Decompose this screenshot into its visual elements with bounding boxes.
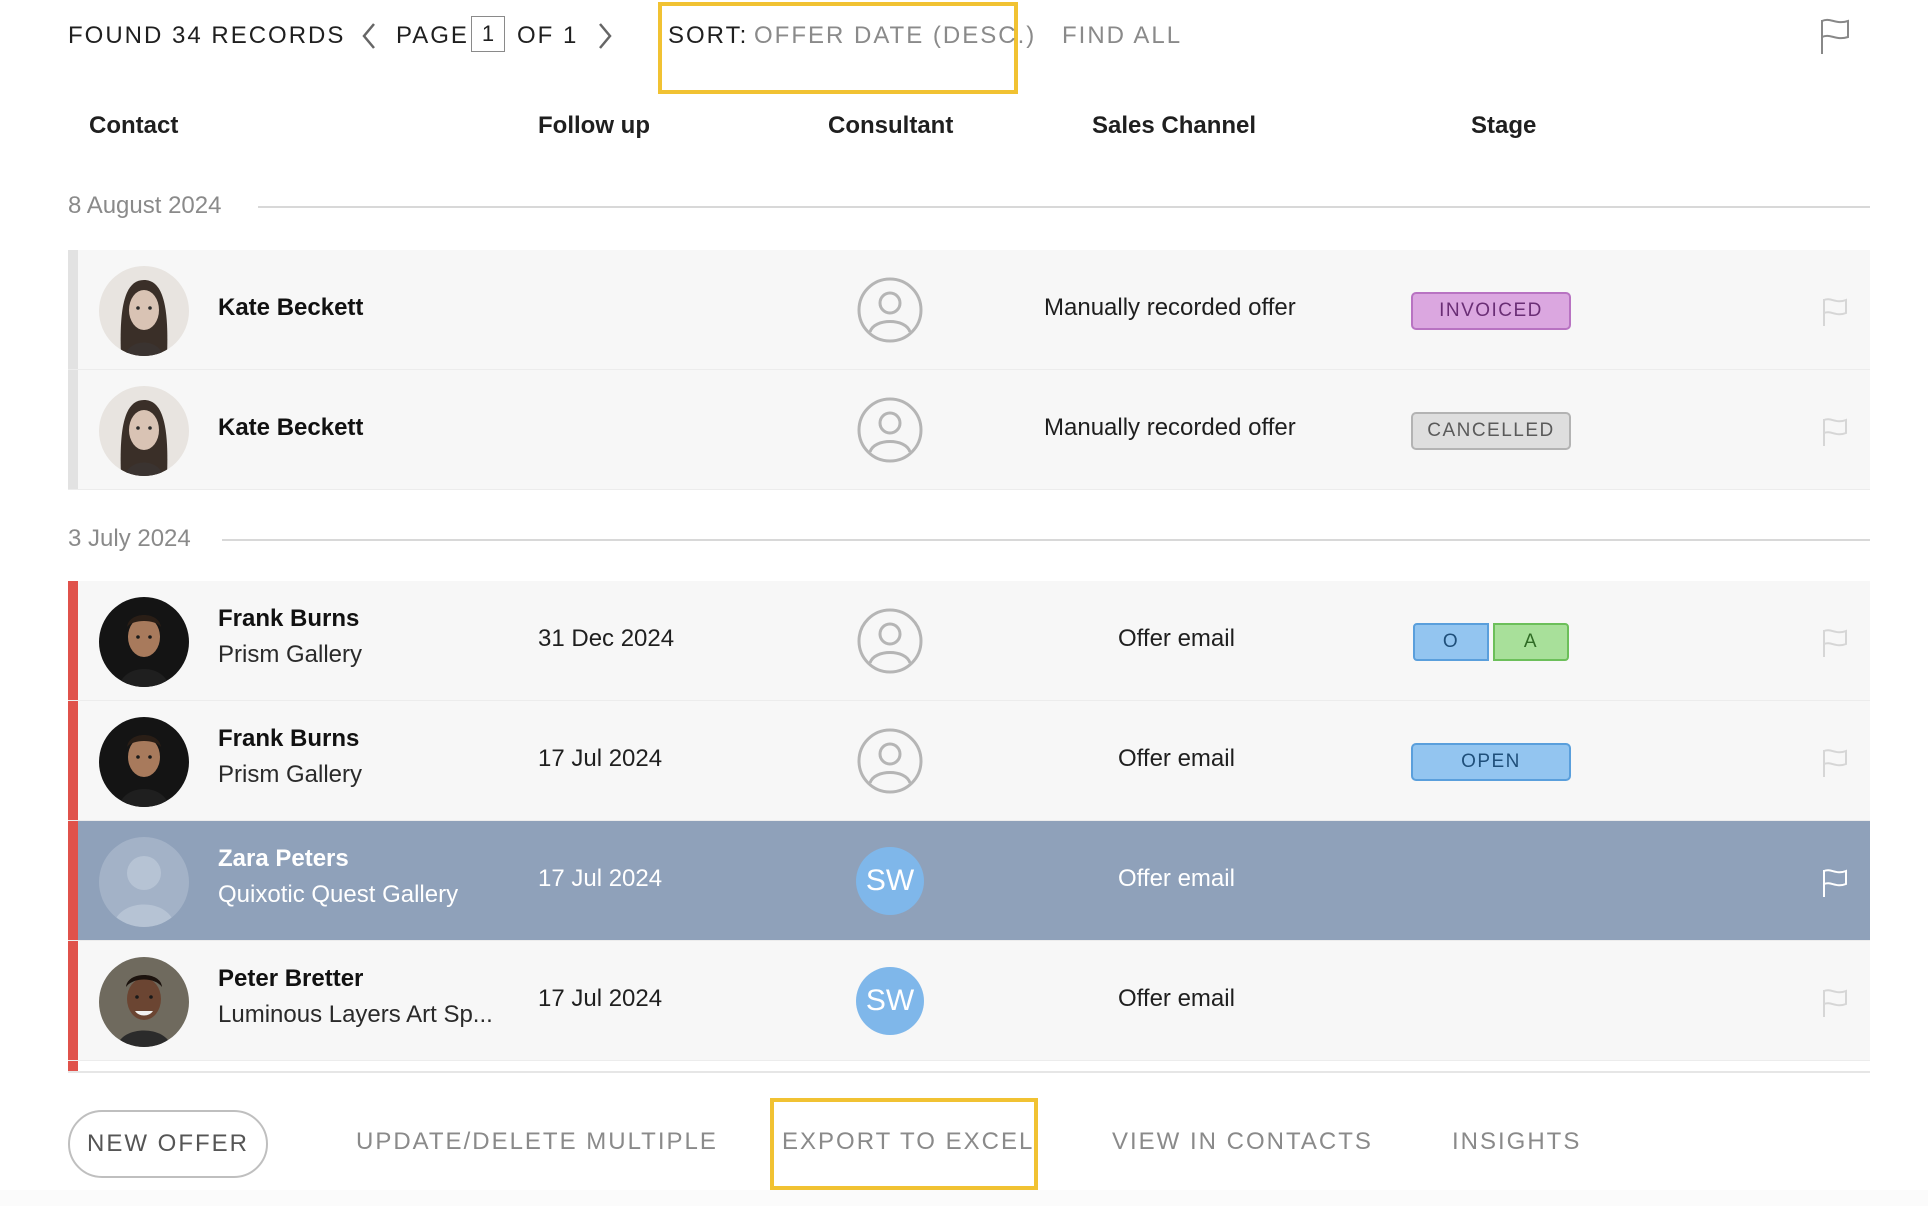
row-flag-button[interactable] bbox=[1820, 867, 1850, 899]
table-row[interactable]: Frank Burns Prism Gallery 31 Dec 2024 Of… bbox=[68, 581, 1870, 701]
avatar bbox=[99, 597, 189, 687]
table-row[interactable]: Peter Bretter Luminous Layers Art Sp... … bbox=[68, 941, 1870, 1061]
contact-company[interactable]: Quixotic Quest Gallery bbox=[218, 881, 458, 909]
contact-company[interactable]: Luminous Layers Art Sp... bbox=[218, 1001, 493, 1029]
row-flag-button[interactable] bbox=[1820, 296, 1850, 328]
stage-badge-open: O bbox=[1413, 623, 1489, 661]
row-flag-button[interactable] bbox=[1820, 747, 1850, 779]
group-date: 8 August 2024 bbox=[68, 192, 222, 219]
prev-page-button[interactable] bbox=[354, 18, 384, 54]
sales-channel: Offer email bbox=[1118, 745, 1235, 772]
table-row[interactable]: Kate Beckett Manually recorded offer CAN… bbox=[68, 370, 1870, 490]
follow-up-date: 17 Jul 2024 bbox=[538, 985, 663, 1012]
stage-badge: OPEN bbox=[1411, 743, 1571, 781]
flag-icon bbox=[1823, 749, 1847, 777]
sales-channel: Offer email bbox=[1118, 625, 1235, 652]
stage-badge: INVOICED bbox=[1411, 292, 1571, 330]
row-status-bar bbox=[68, 821, 78, 940]
consultant-initials[interactable]: SW bbox=[856, 847, 924, 915]
follow-up-date: 17 Jul 2024 bbox=[538, 745, 663, 772]
contact-name[interactable]: Frank Burns bbox=[218, 605, 359, 633]
column-stage[interactable]: Stage bbox=[1471, 112, 1536, 140]
avatar bbox=[99, 717, 189, 807]
stage-badge: CANCELLED bbox=[1411, 412, 1571, 450]
stage-badge-accepted: A bbox=[1493, 623, 1569, 661]
consultant-placeholder[interactable] bbox=[856, 396, 924, 464]
row-status-bar bbox=[68, 941, 78, 1060]
sales-channel: Manually recorded offer bbox=[1044, 294, 1296, 321]
row-flag-button[interactable] bbox=[1820, 627, 1850, 659]
row-status-bar bbox=[68, 250, 78, 369]
avatar bbox=[99, 957, 189, 1047]
records-count: FOUND 34 RECORDS bbox=[68, 22, 346, 49]
group-date: 3 July 2024 bbox=[68, 525, 191, 552]
update-delete-multiple-button[interactable]: UPDATE/DELETE MULTIPLE bbox=[356, 1128, 718, 1156]
contact-company[interactable]: Prism Gallery bbox=[218, 641, 362, 669]
table-row[interactable]: Kate Beckett Manually recorded offer INV… bbox=[68, 250, 1870, 370]
page-label: PAGE bbox=[396, 22, 469, 49]
flag-filter-button[interactable] bbox=[1818, 16, 1852, 56]
contact-name[interactable]: Zara Peters bbox=[218, 845, 349, 873]
avatar bbox=[99, 386, 189, 476]
table-row-selected[interactable]: Zara Peters Quixotic Quest Gallery 17 Ju… bbox=[68, 821, 1870, 941]
contact-name[interactable]: Kate Beckett bbox=[218, 414, 363, 442]
group-divider bbox=[222, 539, 1870, 541]
find-all-button[interactable]: FIND ALL bbox=[1062, 22, 1182, 50]
export-to-excel-button[interactable]: EXPORT TO EXCEL bbox=[782, 1128, 1034, 1156]
user-circle-icon bbox=[857, 397, 923, 463]
row-status-bar bbox=[68, 1061, 78, 1071]
contact-name[interactable]: Kate Beckett bbox=[218, 294, 363, 322]
consultant-placeholder[interactable] bbox=[856, 276, 924, 344]
follow-up-date: 17 Jul 2024 bbox=[538, 865, 663, 892]
flag-icon bbox=[1823, 989, 1847, 1017]
flag-icon bbox=[1823, 629, 1847, 657]
flag-icon bbox=[1823, 418, 1847, 446]
row-flag-button[interactable] bbox=[1820, 987, 1850, 1019]
user-circle-icon bbox=[857, 608, 923, 674]
page-total: OF 1 bbox=[517, 22, 579, 49]
chevron-right-icon bbox=[599, 23, 612, 49]
next-page-button[interactable] bbox=[590, 18, 620, 54]
flag-icon bbox=[1823, 298, 1847, 326]
bottom-edge bbox=[0, 1190, 1928, 1206]
chevron-left-icon bbox=[362, 23, 375, 49]
contact-name[interactable]: Peter Bretter bbox=[218, 965, 363, 993]
user-circle-icon bbox=[857, 728, 923, 794]
page-number-input[interactable]: 1 bbox=[471, 16, 505, 52]
sort-value[interactable]: OFFER DATE (DESC.) bbox=[754, 22, 1036, 50]
flag-icon bbox=[1823, 869, 1847, 897]
sales-channel: Manually recorded offer bbox=[1044, 414, 1296, 441]
row-flag-button[interactable] bbox=[1820, 416, 1850, 448]
row-status-bar bbox=[68, 701, 78, 820]
group-divider bbox=[258, 206, 1870, 208]
sales-channel: Offer email bbox=[1118, 985, 1235, 1012]
user-circle-icon bbox=[857, 277, 923, 343]
actions-divider bbox=[68, 1071, 1870, 1073]
table-row[interactable]: Frank Burns Prism Gallery 17 Jul 2024 Of… bbox=[68, 701, 1870, 821]
consultant-initials[interactable]: SW bbox=[856, 967, 924, 1035]
row-status-bar bbox=[68, 370, 78, 489]
flag-icon bbox=[1821, 18, 1849, 54]
new-offer-button[interactable]: NEW OFFER bbox=[68, 1110, 268, 1178]
sort-label: SORT: bbox=[668, 22, 749, 49]
consultant-placeholder[interactable] bbox=[856, 727, 924, 795]
avatar bbox=[99, 266, 189, 356]
row-status-bar bbox=[68, 581, 78, 700]
insights-button[interactable]: INSIGHTS bbox=[1452, 1128, 1581, 1156]
records-toolbar: FOUND 34 RECORDS PAGE 1 OF 1 SORT: OFFER… bbox=[0, 0, 1928, 94]
column-sales-channel[interactable]: Sales Channel bbox=[1092, 112, 1256, 140]
avatar-placeholder bbox=[99, 837, 189, 927]
column-follow-up[interactable]: Follow up bbox=[538, 112, 650, 140]
contact-name[interactable]: Frank Burns bbox=[218, 725, 359, 753]
column-consultant[interactable]: Consultant bbox=[828, 112, 953, 140]
view-in-contacts-button[interactable]: VIEW IN CONTACTS bbox=[1112, 1128, 1373, 1156]
follow-up-date: 31 Dec 2024 bbox=[538, 625, 675, 652]
contact-company[interactable]: Prism Gallery bbox=[218, 761, 362, 789]
column-contact[interactable]: Contact bbox=[89, 112, 178, 140]
sales-channel: Offer email bbox=[1118, 865, 1235, 892]
consultant-placeholder[interactable] bbox=[856, 607, 924, 675]
